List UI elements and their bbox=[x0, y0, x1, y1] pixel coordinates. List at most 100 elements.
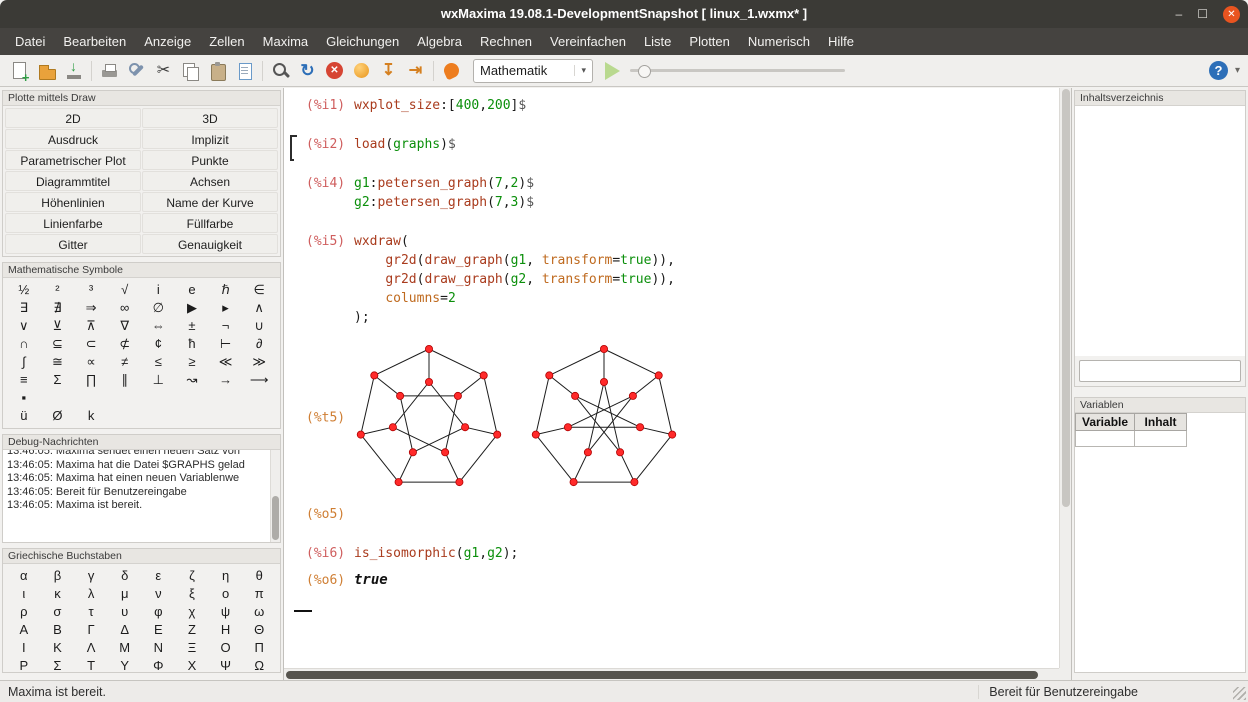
symbol-button[interactable]: ¢ bbox=[142, 335, 176, 353]
symbol-button[interactable]: ℏ bbox=[209, 281, 243, 299]
symbol-button[interactable]: ∄ bbox=[41, 299, 75, 317]
greek-letter-button[interactable]: Λ bbox=[74, 639, 108, 657]
greek-letter-button[interactable]: Θ bbox=[242, 621, 276, 639]
cell-code[interactable]: load(graphs)$ bbox=[354, 135, 456, 154]
symbol-button[interactable]: ⊥ bbox=[142, 371, 176, 389]
animation-slider[interactable] bbox=[630, 63, 845, 79]
greek-letter-button[interactable]: ε bbox=[142, 567, 176, 585]
menu-vereinfachen[interactable]: Vereinfachen bbox=[541, 28, 635, 55]
toolbar-overflow-icon[interactable]: ▾ bbox=[1235, 65, 1240, 76]
greek-letter-button[interactable]: π bbox=[242, 585, 276, 603]
menu-hilfe[interactable]: Hilfe bbox=[819, 28, 863, 55]
greek-letter-button[interactable]: Ξ bbox=[175, 639, 209, 657]
draw-pane-header[interactable]: Plotte mittels Draw bbox=[3, 91, 280, 106]
symbol-button[interactable]: ⊼ bbox=[74, 317, 108, 335]
maximize-button[interactable]: ☐ bbox=[1197, 8, 1208, 20]
greek-letter-button[interactable]: Ν bbox=[142, 639, 176, 657]
toc-list[interactable] bbox=[1075, 106, 1245, 356]
greek-letter-button[interactable]: Ω bbox=[242, 657, 276, 673]
symbol-button[interactable]: ħ bbox=[175, 335, 209, 353]
symbol-button[interactable]: → bbox=[209, 371, 243, 389]
draw-button-achsen[interactable]: Achsen bbox=[142, 171, 278, 191]
symbol-button[interactable]: ⊂ bbox=[74, 335, 108, 353]
symbol-button[interactable]: ¬ bbox=[209, 317, 243, 335]
symbol-button[interactable]: ∇ bbox=[108, 317, 142, 335]
symbol-button[interactable]: Σ bbox=[41, 371, 75, 389]
symbol-button[interactable]: ≡ bbox=[7, 371, 41, 389]
draw-button-punkte[interactable]: Punkte bbox=[142, 150, 278, 170]
menu-liste[interactable]: Liste bbox=[635, 28, 680, 55]
slider-knob[interactable] bbox=[638, 65, 651, 78]
draw-button-3d[interactable]: 3D bbox=[142, 108, 278, 128]
jump-to-end-button[interactable]: ↧ bbox=[375, 58, 402, 84]
greek-letter-button[interactable]: Τ bbox=[74, 657, 108, 673]
symbol-button[interactable]: ≪ bbox=[209, 353, 243, 371]
greek-letter-button[interactable]: η bbox=[209, 567, 243, 585]
open-button[interactable] bbox=[33, 58, 60, 84]
greek-letter-button[interactable]: θ bbox=[242, 567, 276, 585]
variables-pane-header[interactable]: Variablen bbox=[1075, 398, 1245, 413]
draw-button-genauigkeit[interactable]: Genauigkeit bbox=[142, 234, 278, 254]
horizontal-scrollbar-thumb[interactable] bbox=[286, 671, 1038, 679]
greek-letter-button[interactable]: Κ bbox=[41, 639, 75, 657]
copy-button[interactable] bbox=[177, 58, 204, 84]
cell-code[interactable]: wxplot_size:[400,200]$ bbox=[354, 96, 526, 115]
greek-letter-button[interactable]: Ψ bbox=[209, 657, 243, 673]
play-animation-button[interactable] bbox=[605, 62, 620, 80]
symbol-button[interactable]: Ø bbox=[41, 407, 75, 425]
greek-letter-button[interactable]: Ο bbox=[209, 639, 243, 657]
greek-letter-button[interactable]: χ bbox=[175, 603, 209, 621]
symbol-button[interactable]: ⇒ bbox=[74, 299, 108, 317]
greek-letter-button[interactable]: σ bbox=[41, 603, 75, 621]
greek-letter-button[interactable]: Π bbox=[242, 639, 276, 657]
symbol-button[interactable]: ± bbox=[175, 317, 209, 335]
greek-letter-button[interactable]: Β bbox=[41, 621, 75, 639]
paste-button[interactable] bbox=[204, 58, 231, 84]
greek-letter-button[interactable]: α bbox=[7, 567, 41, 585]
vertical-scrollbar-thumb[interactable] bbox=[1062, 89, 1070, 507]
greek-letter-button[interactable]: Ι bbox=[7, 639, 41, 657]
symbol-button[interactable]: ⊻ bbox=[41, 317, 75, 335]
symbol-button[interactable]: i bbox=[142, 281, 176, 299]
symbol-button[interactable]: ∏ bbox=[74, 371, 108, 389]
debug-scrollbar-thumb[interactable] bbox=[272, 496, 279, 540]
greek-letter-button[interactable]: υ bbox=[108, 603, 142, 621]
symbol-button[interactable]: ▸ bbox=[209, 299, 243, 317]
greek-letter-button[interactable]: ζ bbox=[175, 567, 209, 585]
variables-row[interactable] bbox=[1076, 431, 1187, 447]
greek-pane-header[interactable]: Griechische Buchstaben bbox=[3, 549, 280, 564]
greek-letter-button[interactable]: Ε bbox=[142, 621, 176, 639]
greek-letter-button[interactable]: Α bbox=[7, 621, 41, 639]
greek-letter-button[interactable]: Ζ bbox=[175, 621, 209, 639]
greek-letter-button[interactable]: Φ bbox=[142, 657, 176, 673]
math-mode-select[interactable]: Mathematik ▾ bbox=[473, 59, 593, 83]
greek-letter-button[interactable]: Γ bbox=[74, 621, 108, 639]
draw-button-ausdruck[interactable]: Ausdruck bbox=[5, 129, 141, 149]
symbol-button[interactable]: ∪ bbox=[242, 317, 276, 335]
variables-col-inhalt[interactable]: Inhalt bbox=[1135, 414, 1187, 431]
worksheet-cursor[interactable] bbox=[294, 610, 312, 612]
math-symbols-pane-header[interactable]: Mathematische Symbole bbox=[3, 263, 280, 278]
minimize-button[interactable]: – bbox=[1176, 8, 1183, 20]
greek-letter-button[interactable]: ο bbox=[209, 585, 243, 603]
symbol-button[interactable]: ∈ bbox=[242, 281, 276, 299]
find-button[interactable] bbox=[267, 58, 294, 84]
resize-grip-icon[interactable] bbox=[1233, 687, 1246, 700]
symbol-button[interactable]: ▪ bbox=[7, 389, 41, 407]
menu-gleichungen[interactable]: Gleichungen bbox=[317, 28, 408, 55]
menu-anzeige[interactable]: Anzeige bbox=[135, 28, 200, 55]
wxmaxima-logo-button[interactable] bbox=[438, 58, 465, 84]
symbol-button[interactable]: ▶ bbox=[175, 299, 209, 317]
symbol-button[interactable]: ² bbox=[41, 281, 75, 299]
greek-letter-button[interactable]: Η bbox=[209, 621, 243, 639]
menu-algebra[interactable]: Algebra bbox=[408, 28, 471, 55]
symbol-button[interactable]: ⟶ bbox=[242, 371, 276, 389]
greek-letter-button[interactable]: ι bbox=[7, 585, 41, 603]
greek-letter-button[interactable]: ω bbox=[242, 603, 276, 621]
greek-letter-button[interactable]: λ bbox=[74, 585, 108, 603]
symbol-button[interactable]: k bbox=[74, 407, 108, 425]
greek-letter-button[interactable]: κ bbox=[41, 585, 75, 603]
greek-letter-button[interactable]: ξ bbox=[175, 585, 209, 603]
symbol-button[interactable]: ∨ bbox=[7, 317, 41, 335]
symbol-button[interactable]: ⊢ bbox=[209, 335, 243, 353]
